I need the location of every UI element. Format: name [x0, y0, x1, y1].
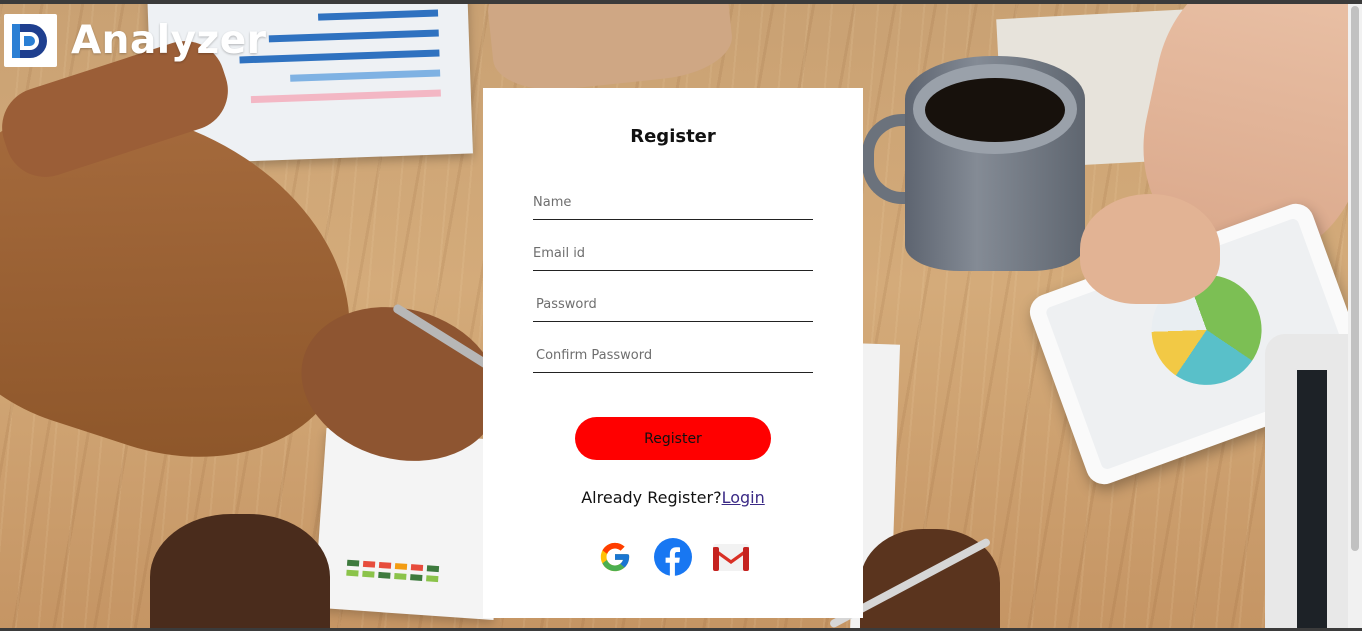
confirm-password-field[interactable]	[533, 338, 813, 373]
name-field[interactable]	[533, 185, 813, 220]
scrollbar-thumb[interactable]	[1351, 6, 1359, 551]
laptop	[1265, 334, 1348, 628]
logo-icon	[4, 14, 57, 67]
gmail-icon[interactable]	[712, 538, 750, 576]
vertical-scrollbar[interactable]	[1348, 4, 1362, 628]
name-input[interactable]	[533, 185, 813, 219]
already-register-text: Already Register?	[581, 488, 722, 507]
register-button[interactable]: Register	[575, 417, 771, 460]
password-field[interactable]	[533, 287, 813, 322]
confirm-password-input[interactable]	[533, 338, 813, 372]
window-top-border	[0, 0, 1362, 4]
email-input[interactable]	[533, 236, 813, 270]
brand-header[interactable]: Analyzer	[4, 14, 266, 67]
facebook-icon[interactable]	[654, 538, 692, 576]
brand-name: Analyzer	[71, 18, 267, 63]
login-prompt: Already Register?Login	[483, 488, 863, 507]
email-field[interactable]	[533, 236, 813, 271]
register-card: Register Register Already Register?Login	[483, 88, 863, 618]
google-icon[interactable]	[596, 538, 634, 576]
social-login-row	[483, 538, 863, 576]
hand	[1080, 194, 1220, 304]
login-link[interactable]: Login	[722, 488, 765, 507]
password-input[interactable]	[533, 287, 813, 321]
coffee-mug	[905, 56, 1085, 271]
form-title: Register	[630, 126, 716, 147]
hand	[150, 514, 330, 628]
